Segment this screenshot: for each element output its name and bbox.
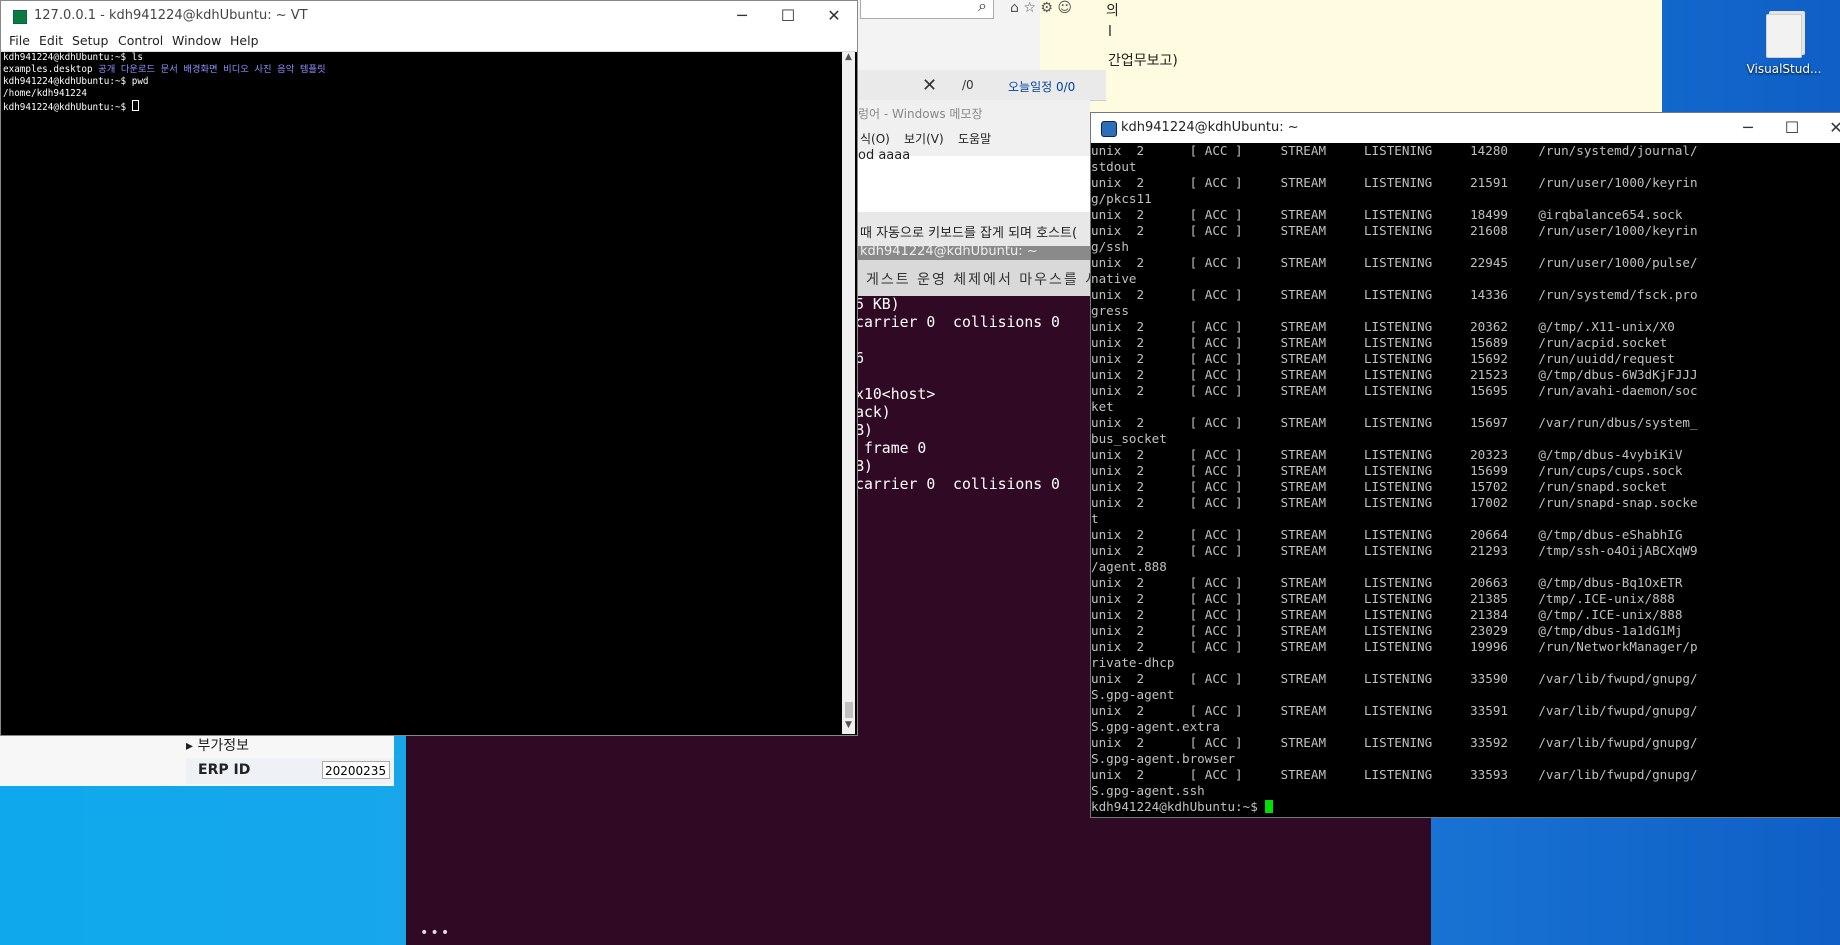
teraterm-app-icon (13, 10, 27, 24)
teraterm-window: 127.0.0.1 - kdh941224@kdhUbuntu: ~ VT ─ … (0, 0, 858, 736)
desktop-shortcut-label: VisualStud... (1746, 62, 1822, 76)
erp-id-field[interactable]: 20200235 (322, 761, 390, 779)
vt-dir-list: 공개 다운로드 문서 배경화면 비디오 사진 음악 템플릿 (92, 64, 326, 75)
text-cursor (1265, 800, 1274, 813)
notepad-text-area[interactable]: od aaaa (856, 148, 1090, 212)
teraterm-terminal-screen[interactable]: kdh941224@kdhUbuntu:~$ ls examples.deskt… (3, 52, 841, 734)
notepad-title: 렁어 - Windows 메모장 (858, 107, 983, 121)
teraterm-title: 127.0.0.1 - kdh941224@kdhUbuntu: ~ VT (34, 8, 308, 23)
section-arrow-icon: ▸ (186, 738, 194, 754)
ssh-terminal-screen[interactable]: unix 2 [ ACC ] STREAM LISTENING 14280 /r… (1091, 143, 1840, 817)
close-button[interactable]: ✕ (811, 1, 857, 31)
vt-line: /home/kdh941224 (3, 88, 87, 99)
scroll-down-icon[interactable]: ▼ (842, 720, 855, 734)
menu-window[interactable]: Window (172, 33, 221, 48)
ubuntu-terminal-title-text: kdh941224@kdhUbuntu: ~ (860, 244, 1038, 259)
vt-line: kdh941224@kdhUbuntu:~$ ls (3, 52, 143, 63)
erp-section-label: 부가정보 (197, 738, 250, 754)
scrollbar-thumb[interactable] (845, 702, 853, 718)
maximize-button[interactable]: ☐ (765, 1, 811, 31)
ssh-terminal-titlebar[interactable]: kdh941224@kdhUbuntu: ~ ─ ☐ ✕ (1091, 113, 1840, 143)
background-notice-panel: 의 l 간업무보고) (1040, 0, 1662, 112)
netstat-output: unix 2 [ ACC ] STREAM LISTENING 14280 /r… (1091, 143, 1698, 798)
notice-line: 간업무보고) (1108, 53, 1178, 69)
minimize-button[interactable]: ─ (719, 1, 765, 31)
teraterm-scrollbar[interactable]: ▲ ▼ (842, 52, 855, 734)
teraterm-menubar: File Edit Setup Control Window Help (1, 31, 857, 52)
background-tab-strip: ✕ /0 오늘일정 0/0 (856, 70, 1106, 101)
tab-close-icon[interactable]: ✕ (922, 75, 937, 96)
shell-prompt: kdh941224@kdhUbuntu:~$ (1091, 799, 1266, 814)
browser-search-box[interactable]: ⌕ (860, 0, 994, 19)
search-icon[interactable]: ⌕ (978, 0, 987, 16)
banner-text: 때 자동으로 키보드를 잡게 되며 호스트( (860, 226, 1078, 241)
notepad-text: od aaaa (858, 148, 911, 163)
vm-mouse-hint-banner: 게스트 운영 체제에서 마우스를 사 (856, 260, 1098, 296)
schedule-link[interactable]: 오늘일정 0/0 (1008, 78, 1075, 95)
notepad-menu-view[interactable]: 보기(V) (904, 130, 944, 147)
vt-prompt: kdh941224@kdhUbuntu:~$ (3, 102, 132, 113)
maximize-button[interactable]: ☐ (1769, 113, 1815, 143)
close-button[interactable]: ✕ (1813, 113, 1840, 143)
erp-id-row: ERP ID 20200235 (186, 758, 394, 784)
toolbar-icon[interactable]: ⌂ ☆ ⚙ ☺ (1010, 0, 1072, 16)
tab-count: /0 (962, 78, 974, 92)
text-cursor (131, 100, 139, 111)
more-options-icon[interactable]: ••• (420, 924, 451, 942)
background-notepad-window: 렁어 - Windows 메모장 식(O) 보기(V) 도움말 od aaaa (856, 100, 1090, 212)
menu-setup[interactable]: Setup (72, 33, 108, 48)
vm-keyboard-capture-banner: 때 자동으로 키보드를 잡게 되며 호스트( (856, 212, 1090, 246)
putty-app-icon (1101, 121, 1117, 137)
ssh-terminal-title: kdh941224@kdhUbuntu: ~ (1121, 120, 1299, 135)
menu-edit[interactable]: Edit (39, 33, 63, 48)
notice-line: l (1108, 24, 1112, 40)
vt-file: examples.desktop (3, 64, 93, 75)
notepad-menu-format[interactable]: 식(O) (860, 130, 890, 147)
ubuntu-terminal-title: kdh941224@kdhUbuntu: ~ (856, 244, 1090, 260)
teraterm-titlebar[interactable]: 127.0.0.1 - kdh941224@kdhUbuntu: ~ VT ─ … (1, 1, 857, 31)
minimize-button[interactable]: ─ (1725, 113, 1771, 143)
scroll-up-icon[interactable]: ▲ (842, 52, 855, 66)
notepad-menu-help[interactable]: 도움말 (958, 130, 991, 147)
erp-id-label: ERP ID (198, 762, 251, 778)
hint-text: 게스트 운영 체제에서 마우스를 사 (866, 272, 1101, 288)
erp-info-panel: ▸ 부가정보 ERP ID 20200235 (0, 734, 394, 786)
folder-icon (1766, 14, 1802, 58)
menu-control[interactable]: Control (118, 33, 163, 48)
vt-line: kdh941224@kdhUbuntu:~$ pwd (3, 76, 149, 87)
desktop-shortcut-visualstudio[interactable]: VisualStud... (1738, 14, 1830, 84)
terminal-prompt-line: kdh941224@kdhUbuntu:~$ (1091, 799, 1840, 815)
ssh-terminal-window: kdh941224@kdhUbuntu: ~ ─ ☐ ✕ unix 2 [ AC… (1090, 112, 1840, 818)
vt-line: examples.desktop 공개 다운로드 문서 배경화면 비디오 사진 … (3, 64, 841, 76)
erp-section-title: ▸ 부가정보 (186, 735, 249, 755)
menu-file[interactable]: File (9, 33, 30, 48)
browser-toolbar-icons[interactable]: ⌂ ☆ ⚙ ☺ (1010, 0, 1110, 18)
menu-help[interactable]: Help (230, 33, 259, 48)
vt-line: kdh941224@kdhUbuntu:~$ (3, 100, 841, 114)
